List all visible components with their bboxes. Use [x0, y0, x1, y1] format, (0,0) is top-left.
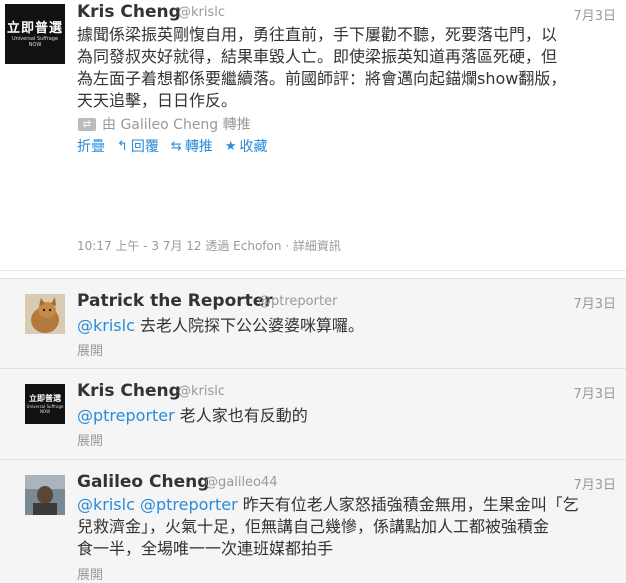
tweet-text-line: @krislc @ptreporter 昨天有位老人家怒插強積金無用，生果金叫「… [77, 494, 622, 516]
main-tweet: 立即普選 Universal Suffrage NOW Kris Cheng @… [0, 0, 626, 271]
star-icon: ★ [224, 138, 237, 154]
retweet-icon: ⇄ [78, 117, 96, 131]
tweet-body: 昨天有位老人家怒插強積金無用，生果金叫「乞 [237, 495, 579, 514]
mention-link[interactable]: @krislc [77, 316, 135, 335]
reply-icon: ↰ [117, 138, 128, 154]
cat-photo-icon [25, 294, 65, 334]
tweet-text: @krislc @ptreporter 昨天有位老人家怒插強積金無用，生果金叫「… [77, 494, 622, 560]
retweet-button[interactable]: ⇆ 轉推 [171, 136, 213, 156]
avatar-subtitle-now: NOW [28, 41, 42, 48]
author-name[interactable]: Patrick the Reporter [77, 291, 273, 311]
reply-button[interactable]: ↰ 回覆 [117, 136, 159, 156]
reply-label: 回覆 [130, 139, 159, 155]
author-name[interactable]: Kris Cheng [77, 2, 181, 22]
tweet-text: 據聞係梁振英剛愎自用，勇往直前，手下屢勸不聽，死要落屯門，以 為同發叔夾好就得，… [77, 24, 622, 112]
avatar[interactable]: 立即普選 Universal Suffrage NOW [5, 4, 65, 64]
expand-link[interactable]: 展開 [77, 430, 103, 449]
author-handle[interactable]: @galileo44 [205, 475, 278, 490]
author-handle[interactable]: @krislc [178, 5, 225, 20]
tweet-text-line: 為左面子着想都係要繼續落。前國師評：將會邁向起錨爛show翻版， [77, 69, 567, 88]
avatar[interactable]: 立即普選 Universal Suffrage NOW [25, 384, 65, 424]
tweet-text: @krislc 去老人院探下公公婆婆咪算囉。 [77, 315, 364, 337]
tweet-date[interactable]: 7月3日 [573, 474, 616, 493]
fold-label: 折疊 [77, 139, 105, 155]
tweet-text-line: 為同發叔夾好就得，結果車毀人亡。即使梁振英知道再落區死硬，但 [77, 47, 558, 66]
retweeted-by-label[interactable]: 由 Galileo Cheng 轉推 [102, 114, 251, 134]
tweet-text: @ptreporter 老人家也有反動的 [77, 405, 308, 427]
tweet-text-line: 據聞係梁振英剛愎自用，勇往直前，手下屢勸不聽，死要落屯門，以 [77, 25, 558, 44]
reply-tweet: Galileo Cheng @galileo44 7月3日 @krislc @p… [0, 459, 626, 583]
mention-link[interactable]: @ptreporter [77, 406, 175, 425]
retweet-icon: ⇆ [170, 138, 182, 154]
avatar-title: 立即普選 [6, 20, 63, 36]
author-name[interactable]: Kris Cheng [77, 381, 181, 401]
tweet-text-line: 天天追擊，日日作反。 [77, 91, 238, 110]
tweet-date[interactable]: 7月3日 [573, 293, 616, 312]
author-name[interactable]: Galileo Cheng [77, 472, 209, 492]
expand-link[interactable]: 展開 [77, 340, 103, 359]
meta-separator: · [281, 239, 293, 253]
author-handle[interactable]: @ptreporter [258, 294, 337, 309]
tweet-timestamp[interactable]: 10:17 上午 - 3 7月 12 透過 Echofon [77, 239, 281, 253]
tweet-date[interactable]: 7月3日 [573, 383, 616, 402]
tweet-actions: 折疊 ↰ 回覆 ⇆ 轉推 ★ 收藏 [77, 136, 267, 156]
tweet-meta: 10:17 上午 - 3 7月 12 透過 Echofon · 詳細資訊 [77, 237, 341, 254]
profile-photo-icon [25, 475, 65, 515]
tweet-text-line: 兒救濟金」，火氣十足，佢無講自己幾慘，係講點加人工都被強積金 [77, 517, 550, 536]
avatar-subtitle-now: NOW [39, 409, 51, 414]
reply-tweet: Patrick the Reporter @ptreporter 7月3日 @k… [0, 278, 626, 368]
reply-tweet: 立即普選 Universal Suffrage NOW Kris Cheng @… [0, 368, 626, 459]
details-link[interactable]: 詳細資訊 [293, 239, 341, 253]
favorite-label: 收藏 [239, 139, 268, 155]
avatar[interactable] [25, 475, 65, 515]
retweet-label: 轉推 [184, 139, 213, 155]
fold-button[interactable]: 折疊 [77, 136, 105, 156]
tweet-text-line: 食一半，全場唯一一次連班媒都拍手 [77, 539, 334, 558]
mention-link[interactable]: @krislc [77, 495, 135, 514]
tweet-body: 老人家也有反動的 [174, 406, 308, 425]
expand-link[interactable]: 展開 [77, 564, 103, 583]
avatar-title: 立即普選 [29, 394, 61, 403]
tweet-body: 去老人院探下公公婆婆咪算囉。 [134, 316, 364, 335]
author-handle[interactable]: @krislc [178, 384, 225, 399]
favorite-button[interactable]: ★ 收藏 [225, 136, 268, 156]
mention-link[interactable]: @ptreporter [140, 495, 238, 514]
retweeted-by: ⇄ 由 Galileo Cheng 轉推 [78, 114, 251, 134]
tweet-date[interactable]: 7月3日 [573, 5, 616, 24]
avatar[interactable] [25, 294, 65, 334]
